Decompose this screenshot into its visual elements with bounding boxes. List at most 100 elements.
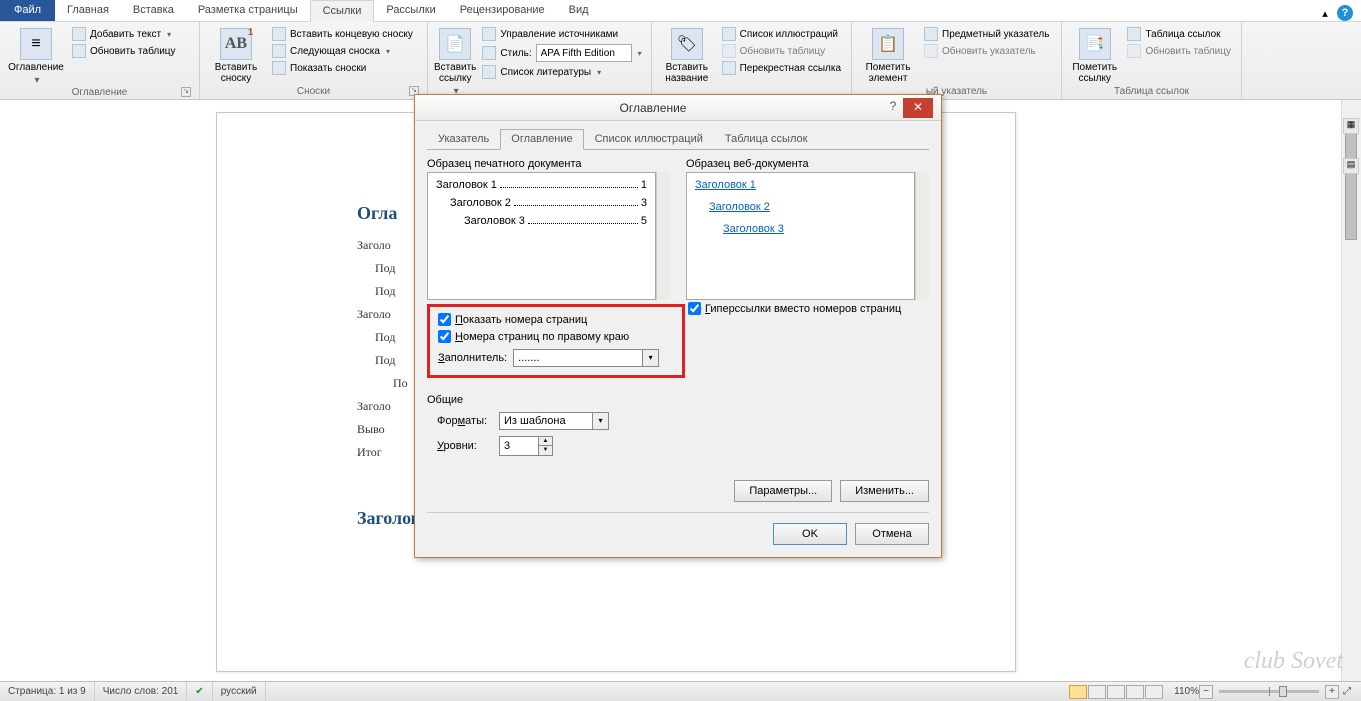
cancel-button[interactable]: Отмена [855, 523, 929, 545]
ruler-toggle-icon[interactable]: ▦ [1343, 118, 1359, 134]
tab-review[interactable]: Рецензирование [448, 0, 557, 21]
zoom-percent[interactable]: 110% [1174, 686, 1199, 697]
highlighted-region: ППоказать номера страницоказать номера с… [427, 304, 685, 378]
proofing-icon: ✔ [195, 686, 203, 697]
citation-style-combo[interactable]: Стиль: ▾ [478, 43, 645, 63]
zoom-slider[interactable] [1219, 690, 1319, 693]
help-icon[interactable]: ? [1337, 5, 1353, 21]
web-preview-label: Образец веб-документа [686, 158, 929, 170]
status-proofing[interactable]: ✔ [187, 682, 212, 701]
cross-ref-icon [722, 61, 736, 75]
index-icon [924, 27, 938, 41]
tab-page-layout[interactable]: Разметка страницы [186, 0, 310, 21]
view-outline-button[interactable] [1126, 685, 1144, 699]
vertical-scrollbar[interactable] [1341, 100, 1361, 681]
navigation-pane-icon[interactable]: ▤ [1343, 158, 1359, 174]
insert-citation-button[interactable]: 📄 Вставить ссылку▾ [434, 24, 476, 97]
modify-button[interactable]: Изменить... [840, 480, 929, 502]
formats-dropdown-icon[interactable]: ▾ [593, 412, 609, 430]
cross-reference-button[interactable]: Перекрестная ссылка [718, 60, 845, 76]
tab-view[interactable]: Вид [557, 0, 601, 21]
toc-button[interactable]: ≡ Оглавление▾ [6, 24, 66, 86]
status-language[interactable]: русский [213, 682, 266, 701]
show-footnotes-button[interactable]: Показать сноски [268, 60, 417, 76]
status-page[interactable]: Страница: 1 из 9 [0, 682, 95, 701]
show-page-numbers-checkbox[interactable] [438, 313, 451, 326]
view-print-layout-button[interactable] [1069, 685, 1087, 699]
dialog-tab-authorities[interactable]: Таблица ссылок [714, 129, 819, 149]
add-text-button[interactable]: Добавить текст▾ [68, 26, 180, 42]
zoom-in-button[interactable]: + [1325, 685, 1339, 699]
print-preview-label: Образец печатного документа [427, 158, 670, 170]
dialog-close-button[interactable]: ✕ [903, 98, 933, 118]
leader-label: Заполнитель: [438, 352, 507, 364]
add-text-icon [72, 27, 86, 41]
update-figures-button[interactable]: Обновить таблицу [718, 43, 845, 59]
update-index-button[interactable]: Обновить указатель [920, 43, 1053, 59]
group-label-footnotes: Сноски [297, 86, 330, 97]
menu-tabs: Файл Главная Вставка Разметка страницы С… [0, 0, 1361, 22]
view-draft-button[interactable] [1145, 685, 1163, 699]
update-toc-button[interactable]: Обновить таблицу [68, 43, 180, 59]
mark-citation-button[interactable]: 📑 Пометить ссылку [1068, 24, 1121, 85]
footnote-icon: AB1 [220, 28, 252, 60]
web-preview-scrollbar[interactable] [915, 172, 929, 300]
next-footnote-button[interactable]: Следующая сноска▾ [268, 43, 417, 59]
tab-file[interactable]: Файл [0, 0, 55, 21]
style-icon [482, 46, 496, 60]
web-preview-box: Заголовок 1 Заголовок 2 Заголовок 3 [686, 172, 915, 300]
dialog-tab-figures[interactable]: Список иллюстраций [584, 129, 714, 149]
table-of-figures-button[interactable]: Список иллюстраций [718, 26, 845, 42]
print-preview-scrollbar[interactable] [656, 172, 670, 300]
insert-toa-button[interactable]: Таблица ссылок [1123, 26, 1235, 42]
citation-style-input[interactable] [536, 44, 632, 62]
hyperlinks-checkbox[interactable] [688, 302, 701, 315]
tab-mailings[interactable]: Рассылки [374, 0, 447, 21]
status-word-count[interactable]: Число слов: 201 [95, 682, 188, 701]
leader-dropdown-icon[interactable]: ▾ [643, 349, 659, 367]
options-button[interactable]: Параметры... [734, 480, 832, 502]
tab-home[interactable]: Главная [55, 0, 121, 21]
print-preview-box: Заголовок 11 Заголовок 23 Заголовок 35 [427, 172, 656, 300]
toc-launcher-icon[interactable]: ↘ [181, 87, 191, 97]
manage-sources-icon [482, 27, 496, 41]
update-toa-button[interactable]: Обновить таблицу [1123, 43, 1235, 59]
levels-spinner[interactable] [499, 436, 539, 456]
fit-page-icon[interactable]: ⤢ [1339, 686, 1355, 697]
manage-sources-button[interactable]: Управление источниками [478, 26, 645, 42]
scrollbar-thumb[interactable] [1345, 120, 1357, 240]
show-notes-icon [272, 61, 286, 75]
zoom-slider-thumb[interactable] [1279, 686, 1287, 697]
ribbon: ≡ Оглавление▾ Добавить текст▾ Обновить т… [0, 22, 1361, 100]
dialog-tab-toc[interactable]: Оглавление [500, 129, 583, 150]
mark-entry-icon: 📋 [872, 28, 904, 60]
bibliography-icon [482, 65, 496, 79]
mark-citation-icon: 📑 [1079, 28, 1111, 60]
bibliography-button[interactable]: Список литературы▾ [478, 64, 645, 80]
levels-up-icon[interactable]: ▲ [539, 436, 553, 446]
update-figures-icon [722, 44, 736, 58]
insert-endnote-button[interactable]: Вставить концевую сноску [268, 26, 417, 42]
tab-references[interactable]: Ссылки [310, 0, 375, 22]
dialog-tab-index[interactable]: Указатель [427, 129, 500, 149]
view-web-layout-button[interactable] [1107, 685, 1125, 699]
insert-caption-button[interactable]: 🏷 Вставить название [658, 24, 716, 85]
zoom-out-button[interactable]: − [1199, 685, 1213, 699]
formats-combo[interactable] [499, 412, 593, 430]
minimize-ribbon-icon[interactable]: ▴ [1317, 5, 1333, 21]
right-align-checkbox[interactable] [438, 330, 451, 343]
web-preview-link: Заголовок 1 [695, 179, 906, 191]
leader-combo[interactable] [513, 349, 643, 367]
dialog-titlebar[interactable]: Оглавление ? ✕ [415, 95, 941, 121]
insert-index-button[interactable]: Предметный указатель [920, 26, 1053, 42]
view-full-screen-button[interactable] [1088, 685, 1106, 699]
levels-down-icon[interactable]: ▼ [539, 446, 553, 456]
mark-index-entry-button[interactable]: 📋 Пометить элемент [858, 24, 918, 85]
dialog-help-icon[interactable]: ? [883, 99, 903, 117]
update-icon [72, 44, 86, 58]
status-bar: Страница: 1 из 9 Число слов: 201 ✔ русск… [0, 681, 1361, 701]
toc-icon: ≡ [20, 28, 52, 60]
ok-button[interactable]: OK [773, 523, 847, 545]
insert-footnote-button[interactable]: AB1 Вставить сноску [206, 24, 266, 85]
tab-insert[interactable]: Вставка [121, 0, 186, 21]
